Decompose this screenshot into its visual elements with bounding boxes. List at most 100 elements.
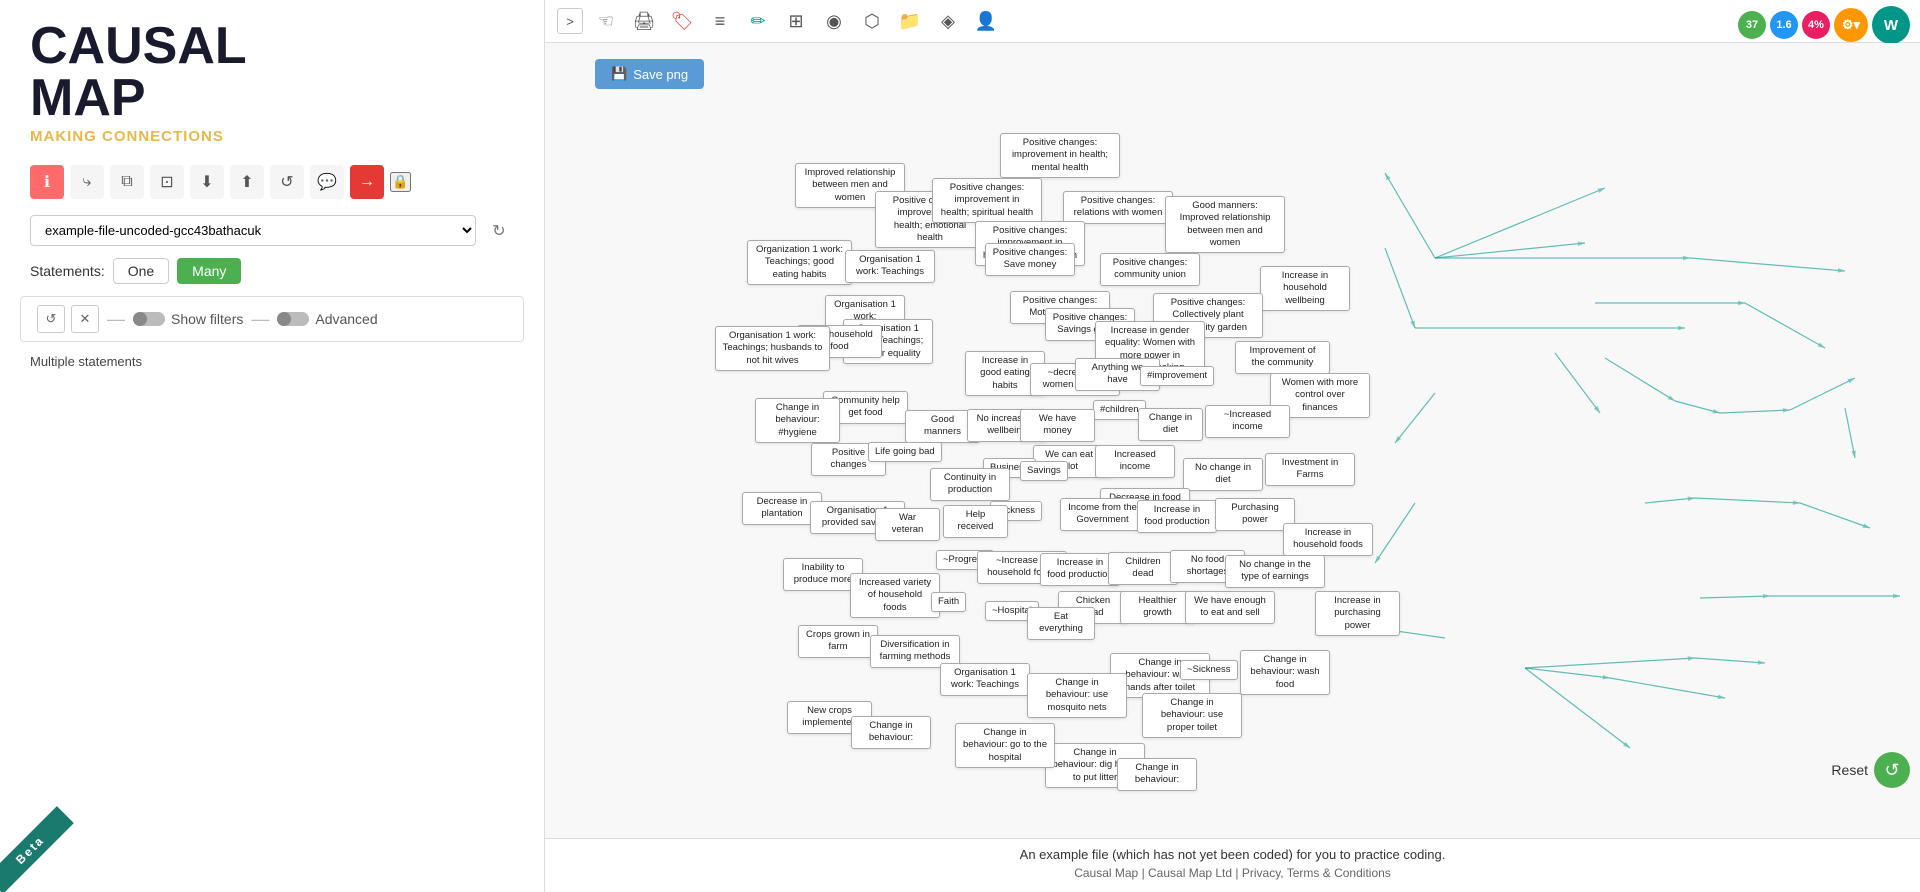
map-node-n41[interactable]: No change in diet bbox=[1183, 458, 1263, 491]
bottom-info-text: An example file (which has not yet been … bbox=[565, 847, 1900, 862]
show-filters-thumb bbox=[133, 312, 147, 326]
map-node-n53[interactable]: Increase in household foods bbox=[1283, 523, 1373, 556]
lock-button[interactable]: 🔒 bbox=[390, 172, 411, 192]
logo-map: MAP bbox=[30, 72, 514, 124]
file-selector[interactable]: example-file-uncoded-gcc43bathacuk bbox=[30, 215, 476, 246]
map-node-n68[interactable]: Increase in purchasing power bbox=[1315, 591, 1400, 636]
map-node-n72[interactable]: Change in behaviour: wash food bbox=[1240, 650, 1330, 695]
map-node-n74[interactable]: Change in behaviour: use mosquito nets bbox=[1027, 673, 1127, 718]
map-node-n12[interactable]: Increase in household wellbeing bbox=[1260, 266, 1350, 311]
user-icon[interactable]: 👤 bbox=[971, 6, 1001, 36]
bottom-links: Causal Map | Causal Map Ltd | Privacy, T… bbox=[565, 862, 1900, 884]
map-node-n48[interactable]: Increase in food production bbox=[1137, 500, 1217, 533]
map-node-n58[interactable]: Children dead bbox=[1108, 552, 1178, 585]
map-node-n67[interactable]: Eat everything bbox=[1027, 607, 1095, 640]
comment-button[interactable]: 💬 bbox=[310, 165, 344, 199]
reset-icon: ↺ bbox=[1874, 752, 1910, 788]
filter-reset-button[interactable]: ↺ bbox=[37, 305, 65, 333]
map-node-n20[interactable]: Organisation 1 work: Teachings; husbands… bbox=[715, 326, 830, 371]
advanced-track bbox=[277, 312, 309, 326]
info-button[interactable]: ℹ bbox=[30, 165, 64, 199]
map-node-n73[interactable]: Organisation 1 work: Teachings bbox=[940, 663, 1030, 696]
target-icon[interactable]: ◉ bbox=[819, 6, 849, 36]
view-button[interactable]: ⊡ bbox=[150, 165, 184, 199]
layers-icon[interactable]: ⬡ bbox=[857, 6, 887, 36]
map-node-n64[interactable]: Healthier growth bbox=[1120, 591, 1195, 624]
edit-icon[interactable]: ✏ bbox=[743, 6, 773, 36]
map-node-n21[interactable]: Improvement of the community bbox=[1235, 341, 1330, 374]
reset-button[interactable]: Reset ↺ bbox=[1831, 752, 1910, 788]
stmt-many-button[interactable]: Many bbox=[177, 258, 241, 284]
print-icon[interactable]: 🖨 bbox=[629, 6, 659, 36]
sidebar-toolbar: ℹ ⤷ ⧉ ⊡ ⬇ ⬆ ↺ 💬 → 🔒 bbox=[0, 155, 544, 209]
user-avatar-1[interactable]: 37 bbox=[1738, 11, 1766, 39]
download-button[interactable]: ⬇ bbox=[190, 165, 224, 199]
map-node-n10[interactable]: Positive changes: Save money bbox=[985, 243, 1075, 276]
filter-close-button[interactable]: ✕ bbox=[71, 305, 99, 333]
map-node-n36[interactable]: Life going bad bbox=[868, 442, 942, 462]
map-node-n29[interactable]: Change in behaviour: #hygiene bbox=[755, 398, 840, 443]
user-avatar-w[interactable]: W bbox=[1872, 6, 1910, 44]
user-avatar-3[interactable]: 4% bbox=[1802, 11, 1830, 39]
tag-icon[interactable]: 🏷 bbox=[667, 6, 697, 36]
user-avatar-2[interactable]: 1.6 bbox=[1770, 11, 1798, 39]
hand-tool-icon[interactable]: ☜ bbox=[591, 6, 621, 36]
beta-badge: Beta bbox=[0, 806, 74, 892]
map-node-n25[interactable]: #improvement bbox=[1140, 366, 1214, 386]
map-node-n5[interactable]: Positive changes: relations with women bbox=[1063, 191, 1173, 224]
undo-button[interactable]: ↺ bbox=[270, 165, 304, 199]
filters-row: ↺ ✕ — Show filters — Advanced bbox=[20, 296, 524, 342]
map-node-n8[interactable]: Organization 1 work: Teachings; good eat… bbox=[747, 240, 852, 285]
map-node-n61[interactable]: Increased variety of household foods bbox=[850, 573, 940, 618]
map-node-n38[interactable]: Increased income bbox=[1095, 445, 1175, 478]
map-node-n52[interactable]: Help received bbox=[943, 505, 1008, 538]
map-node-n77[interactable]: Change in behaviour: bbox=[851, 716, 931, 749]
map-node-n11[interactable]: Positive changes: community union bbox=[1100, 253, 1200, 286]
stmt-one-button[interactable]: One bbox=[113, 258, 169, 284]
map-node-n60[interactable]: No change in the type of earnings bbox=[1225, 555, 1325, 588]
top-toolbar: > ☜ 🖨 🏷 ≡ ✏ ⊞ ◉ ⬡ 📁 ◈ 👤 37 1.6 4% ⚙▾ W bbox=[545, 0, 1920, 43]
advanced-thumb bbox=[277, 312, 291, 326]
canvas-area: 💾 Save png bbox=[545, 43, 1920, 838]
share-button[interactable]: ⤷ bbox=[70, 165, 104, 199]
bottom-info-bar: An example file (which has not yet been … bbox=[545, 838, 1920, 892]
user-avatar-menu[interactable]: ⚙▾ bbox=[1834, 8, 1868, 42]
map-node-n40[interactable]: Savings bbox=[1020, 461, 1068, 481]
map-node-n51[interactable]: War veteran bbox=[875, 508, 940, 541]
map-node-n69[interactable]: Crops grown in farm bbox=[798, 625, 878, 658]
rss-icon[interactable]: ◈ bbox=[933, 6, 963, 36]
map-node-n4[interactable]: Positive changes: improvement in health;… bbox=[932, 178, 1042, 223]
table-icon[interactable]: ⊞ bbox=[781, 6, 811, 36]
map-node-n47[interactable]: Income from the Government bbox=[1060, 498, 1145, 531]
map-node-n42[interactable]: Investment in Farms bbox=[1265, 453, 1355, 486]
advanced-label: Advanced bbox=[315, 311, 377, 327]
upload-button[interactable]: ⬆ bbox=[230, 165, 264, 199]
advanced-toggle[interactable]: Advanced bbox=[277, 311, 377, 327]
map-node-n32[interactable]: We have money bbox=[1020, 409, 1095, 442]
map-node-n81[interactable]: Change in behaviour: bbox=[1117, 758, 1197, 791]
statements-label: Statements: bbox=[30, 263, 105, 279]
map-node-n1[interactable]: Positive changes: improvement in health;… bbox=[1000, 133, 1120, 178]
expand-button[interactable]: > bbox=[557, 8, 583, 34]
copy-button[interactable]: ⧉ bbox=[110, 165, 144, 199]
map-node-n62[interactable]: Faith bbox=[931, 592, 966, 612]
refresh-button[interactable]: ↻ bbox=[484, 216, 514, 246]
filter-separator: — bbox=[107, 309, 125, 330]
show-filters-toggle[interactable]: Show filters bbox=[133, 311, 243, 327]
map-node-n6[interactable]: Good manners: Improved relationship betw… bbox=[1165, 196, 1285, 253]
map-node-n43[interactable]: Continuity in production bbox=[930, 468, 1010, 501]
map-node-n9[interactable]: Organisation 1 work: Teachings bbox=[845, 250, 935, 283]
lines-icon[interactable]: ≡ bbox=[705, 6, 735, 36]
filter-separator2: — bbox=[251, 309, 269, 330]
causal-map: Positive changes: improvement in health;… bbox=[545, 43, 1920, 838]
map-node-n33[interactable]: Change in diet bbox=[1138, 408, 1203, 441]
map-node-n34[interactable]: ~Increased income bbox=[1205, 405, 1290, 438]
map-node-n65[interactable]: We have enough to eat and sell bbox=[1185, 591, 1275, 624]
arrow-button[interactable]: → bbox=[350, 165, 384, 199]
map-node-n75[interactable]: ~Sickness bbox=[1180, 660, 1238, 680]
main-content: > ☜ 🖨 🏷 ≡ ✏ ⊞ ◉ ⬡ 📁 ◈ 👤 37 1.6 4% ⚙▾ W 💾… bbox=[545, 0, 1920, 892]
map-node-n80[interactable]: Change in behaviour: go to the hospital bbox=[955, 723, 1055, 768]
statements-row: Statements: One Many bbox=[0, 252, 544, 290]
map-node-n78[interactable]: Change in behaviour: use proper toilet bbox=[1142, 693, 1242, 738]
folder-icon[interactable]: 📁 bbox=[895, 6, 925, 36]
